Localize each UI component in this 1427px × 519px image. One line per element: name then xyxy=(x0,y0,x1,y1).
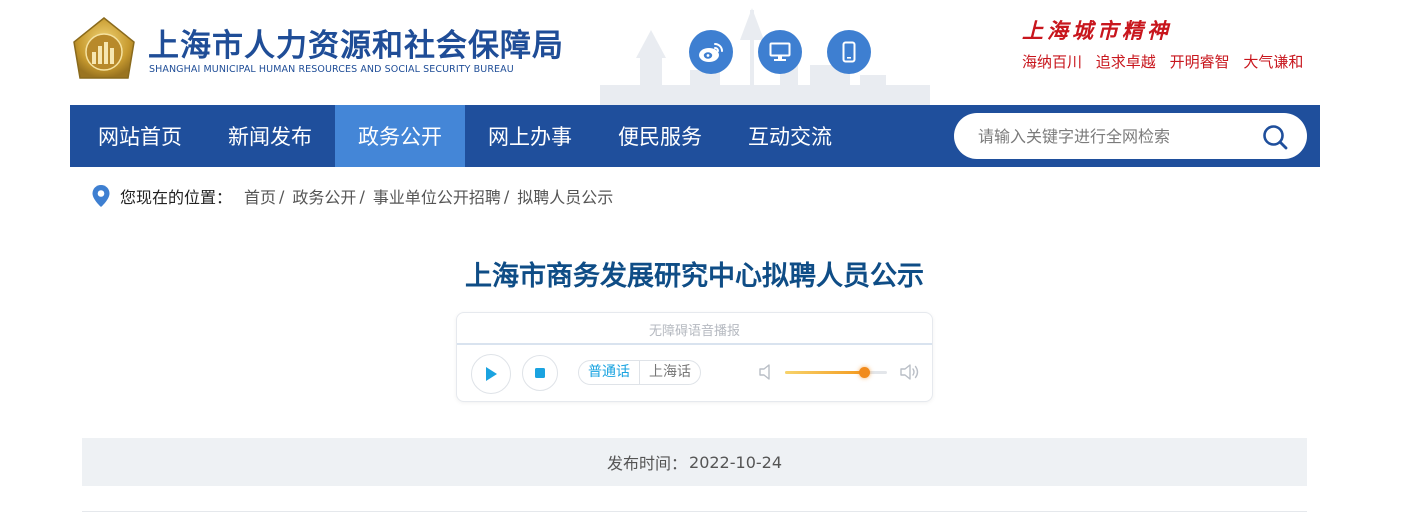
player-progress-bar[interactable] xyxy=(457,343,932,345)
weibo-button[interactable] xyxy=(689,30,733,74)
spirit-word: 追求卓越 xyxy=(1095,53,1156,71)
site-title: 上海市人力资源和社会保障局 xyxy=(148,28,564,64)
spirit-word: 开明睿智 xyxy=(1169,53,1230,71)
mobile-button[interactable] xyxy=(827,30,871,74)
nav-item-interaction[interactable]: 互动交流 xyxy=(725,105,855,167)
stop-button[interactable] xyxy=(522,355,558,391)
search-icon[interactable] xyxy=(1261,123,1289,151)
weibo-icon xyxy=(699,43,723,62)
play-button[interactable] xyxy=(471,354,511,394)
breadcrumb-item-current[interactable]: 拟聘人员公示 xyxy=(517,184,613,208)
breadcrumb-separator: / xyxy=(359,186,365,206)
bureau-logo xyxy=(73,17,135,79)
volume-slider-knob[interactable] xyxy=(858,367,870,378)
dialect-switch: 普通话 上海话 xyxy=(578,360,701,385)
desktop-icon xyxy=(769,42,791,61)
city-spirit-words: 海纳百川 追求卓越 开明睿智 大气谦和 xyxy=(1022,51,1312,72)
stop-icon xyxy=(535,368,545,378)
search-box xyxy=(954,113,1307,159)
nav-item-online-services[interactable]: 网上办事 xyxy=(465,105,595,167)
dialect-mandarin-button[interactable]: 普通话 xyxy=(579,361,640,384)
breadcrumb-item-home[interactable]: 首页 xyxy=(244,184,276,208)
volume-high-icon[interactable] xyxy=(899,362,921,382)
article-title: 上海市商务发展研究中心拟聘人员公示 xyxy=(465,261,924,292)
volume-slider[interactable] xyxy=(785,367,887,378)
breadcrumb: 您现在的位置： 首页 / 政务公开 / 事业单位公开招聘 / 拟聘人员公示 xyxy=(91,184,613,208)
site-header: 上海市人力资源和社会保障局 SHANGHAI MUNICIPAL HUMAN R… xyxy=(0,0,1427,105)
nav-item-public-services[interactable]: 便民服务 xyxy=(595,105,725,167)
accessibility-audio-player: 无障碍语音播报 普通话 上海话 xyxy=(456,312,933,402)
play-icon xyxy=(486,367,497,381)
publish-info-bar: 发布时间： 2022-10-24 xyxy=(82,438,1307,486)
publish-date: 2022-10-24 xyxy=(689,452,782,472)
city-spirit-title: 上海城市精神 xyxy=(1022,18,1172,43)
breadcrumb-item-government-affairs[interactable]: 政务公开 xyxy=(292,184,356,208)
spirit-word: 海纳百川 xyxy=(1022,53,1083,71)
location-pin-icon xyxy=(92,185,110,207)
nav-item-government-affairs[interactable]: 政务公开 xyxy=(335,105,465,167)
volume-low-icon[interactable] xyxy=(757,362,775,382)
desktop-button[interactable] xyxy=(758,30,802,74)
search-input[interactable] xyxy=(978,123,1248,149)
spirit-word: 大气谦和 xyxy=(1243,53,1304,71)
mobile-icon xyxy=(842,41,856,63)
breadcrumb-separator: / xyxy=(279,186,285,206)
volume-slider-fill xyxy=(785,371,864,374)
dialect-shanghainese-button[interactable]: 上海话 xyxy=(640,361,700,384)
breadcrumb-separator: / xyxy=(503,186,510,206)
nav-item-news[interactable]: 新闻发布 xyxy=(205,105,335,167)
breadcrumb-item-recruitment[interactable]: 事业单位公开招聘 xyxy=(373,184,501,208)
publish-time-label: 发布时间： xyxy=(607,454,688,473)
main-nav: 网站首页 新闻发布 政务公开 网上办事 便民服务 互动交流 xyxy=(70,105,1320,167)
breadcrumb-label: 您现在的位置： xyxy=(120,188,233,207)
page: 上海市人力资源和社会保障局 SHANGHAI MUNICIPAL HUMAN R… xyxy=(0,0,1427,519)
content-divider xyxy=(82,511,1307,512)
player-caption: 无障碍语音播报 xyxy=(648,324,740,339)
site-subtitle: SHANGHAI MUNICIPAL HUMAN RESOURCES AND S… xyxy=(149,64,514,75)
nav-item-home[interactable]: 网站首页 xyxy=(70,105,205,167)
